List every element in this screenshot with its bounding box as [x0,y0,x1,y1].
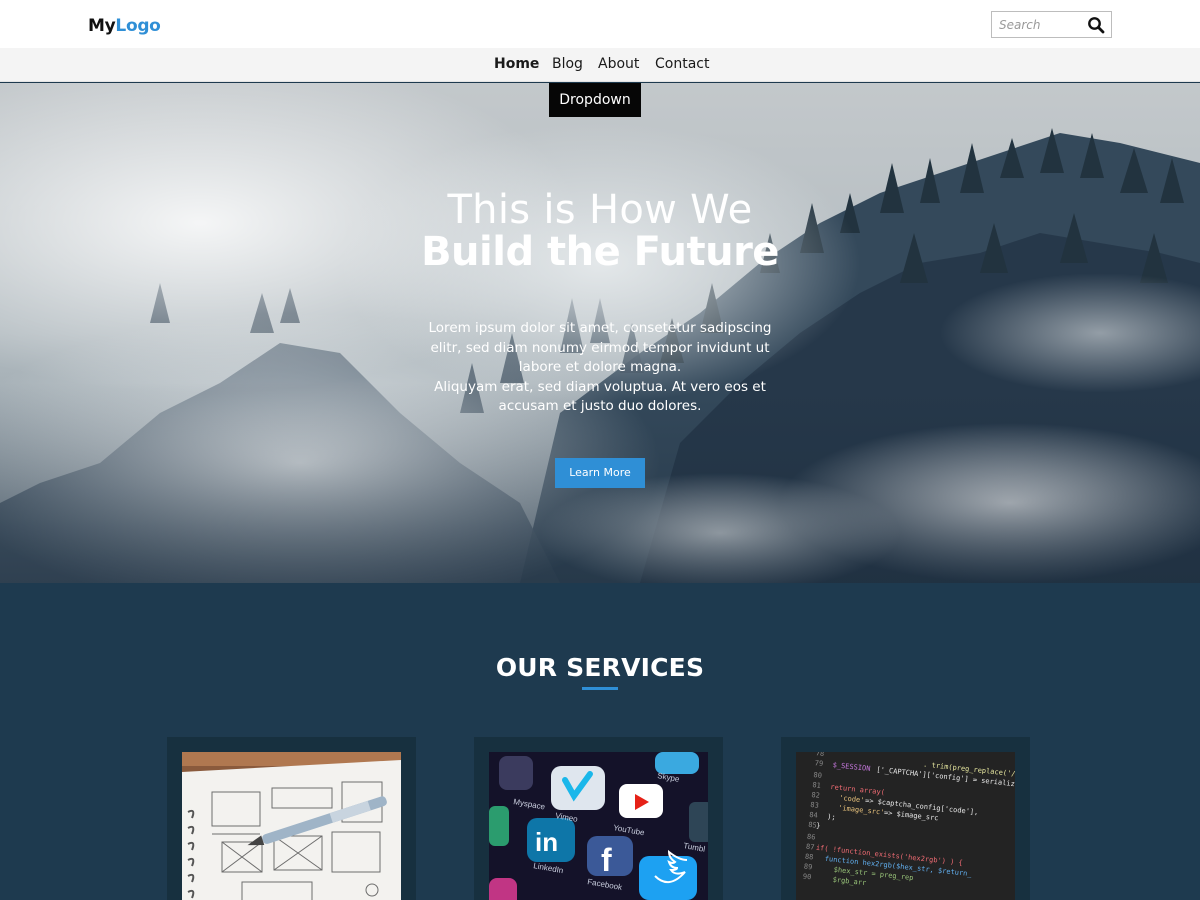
svg-text:78: 78 [815,752,824,758]
search-box [991,11,1112,38]
social-media-apps-photo: in f Myspace Vimeo YouTube LinkedIn Face… [489,752,708,900]
nav-item-about[interactable]: About [598,56,639,72]
nav-item-blog[interactable]: Blog [552,56,583,72]
hero-title-line-2: Build the Future [421,229,779,275]
svg-text:89: 89 [803,863,812,872]
hero-section: This is How We Build the Future Lorem ip… [0,83,1200,583]
main-navbar: Home Blog About Contact [0,48,1200,82]
svg-text:81: 81 [812,781,821,790]
svg-text:86: 86 [807,833,816,842]
services-title-underline [582,687,618,690]
svg-text:90: 90 [802,873,811,882]
svg-text:}: } [816,822,821,830]
svg-text:82: 82 [811,791,820,800]
services-section: OUR SERVICES in f Myspace Vimeo YouTube … [0,583,1200,900]
services-title: OUR SERVICES [495,653,705,682]
search-icon[interactable] [1087,16,1105,34]
svg-text:88: 88 [805,853,814,862]
hero-paragraph-1: Lorem ipsum dolor sit amet, consetetur s… [428,320,772,375]
hero-paragraph-2: Aliquyam erat, sed diam voluptua. At ver… [434,378,766,415]
svg-text:);: ); [827,813,836,822]
hero-content: This is How We Build the Future Lorem ip… [0,83,1200,583]
logo-text-my: My [88,16,116,36]
svg-text:80: 80 [813,771,822,780]
php-code-photo: 78. trim(preg_replace('/\\\ 79 $_SESSION[… [796,752,1015,900]
nav-item-contact[interactable]: Contact [655,56,709,72]
svg-text:83: 83 [810,801,819,810]
service-card-3[interactable]: 78. trim(preg_replace('/\\\ 79 $_SESSION[… [781,737,1030,900]
nav-dropdown-item[interactable]: Dropdown [549,83,641,117]
hero-title-line-1: This is How We [447,187,753,233]
svg-text:87: 87 [806,843,815,852]
site-logo[interactable]: MyLogo [88,16,161,36]
service-card-2[interactable]: in f Myspace Vimeo YouTube LinkedIn Face… [474,737,723,900]
wireframe-sketch-photo [182,752,401,900]
search-input[interactable] [992,12,1084,37]
site-header: MyLogo [0,0,1200,48]
hero-description: Lorem ipsum dolor sit amet, consetetur s… [420,319,780,417]
svg-text:in: in [535,827,558,857]
logo-text-logo: Logo [115,16,161,36]
learn-more-button[interactable]: Learn More [555,458,645,488]
svg-text:79: 79 [814,759,823,768]
main-nav: Home Blog About Contact [0,48,1200,82]
service-card-1[interactable] [167,737,416,900]
nav-item-home[interactable]: Home [494,56,539,72]
svg-text:f: f [601,842,612,878]
svg-text:84: 84 [809,811,818,820]
